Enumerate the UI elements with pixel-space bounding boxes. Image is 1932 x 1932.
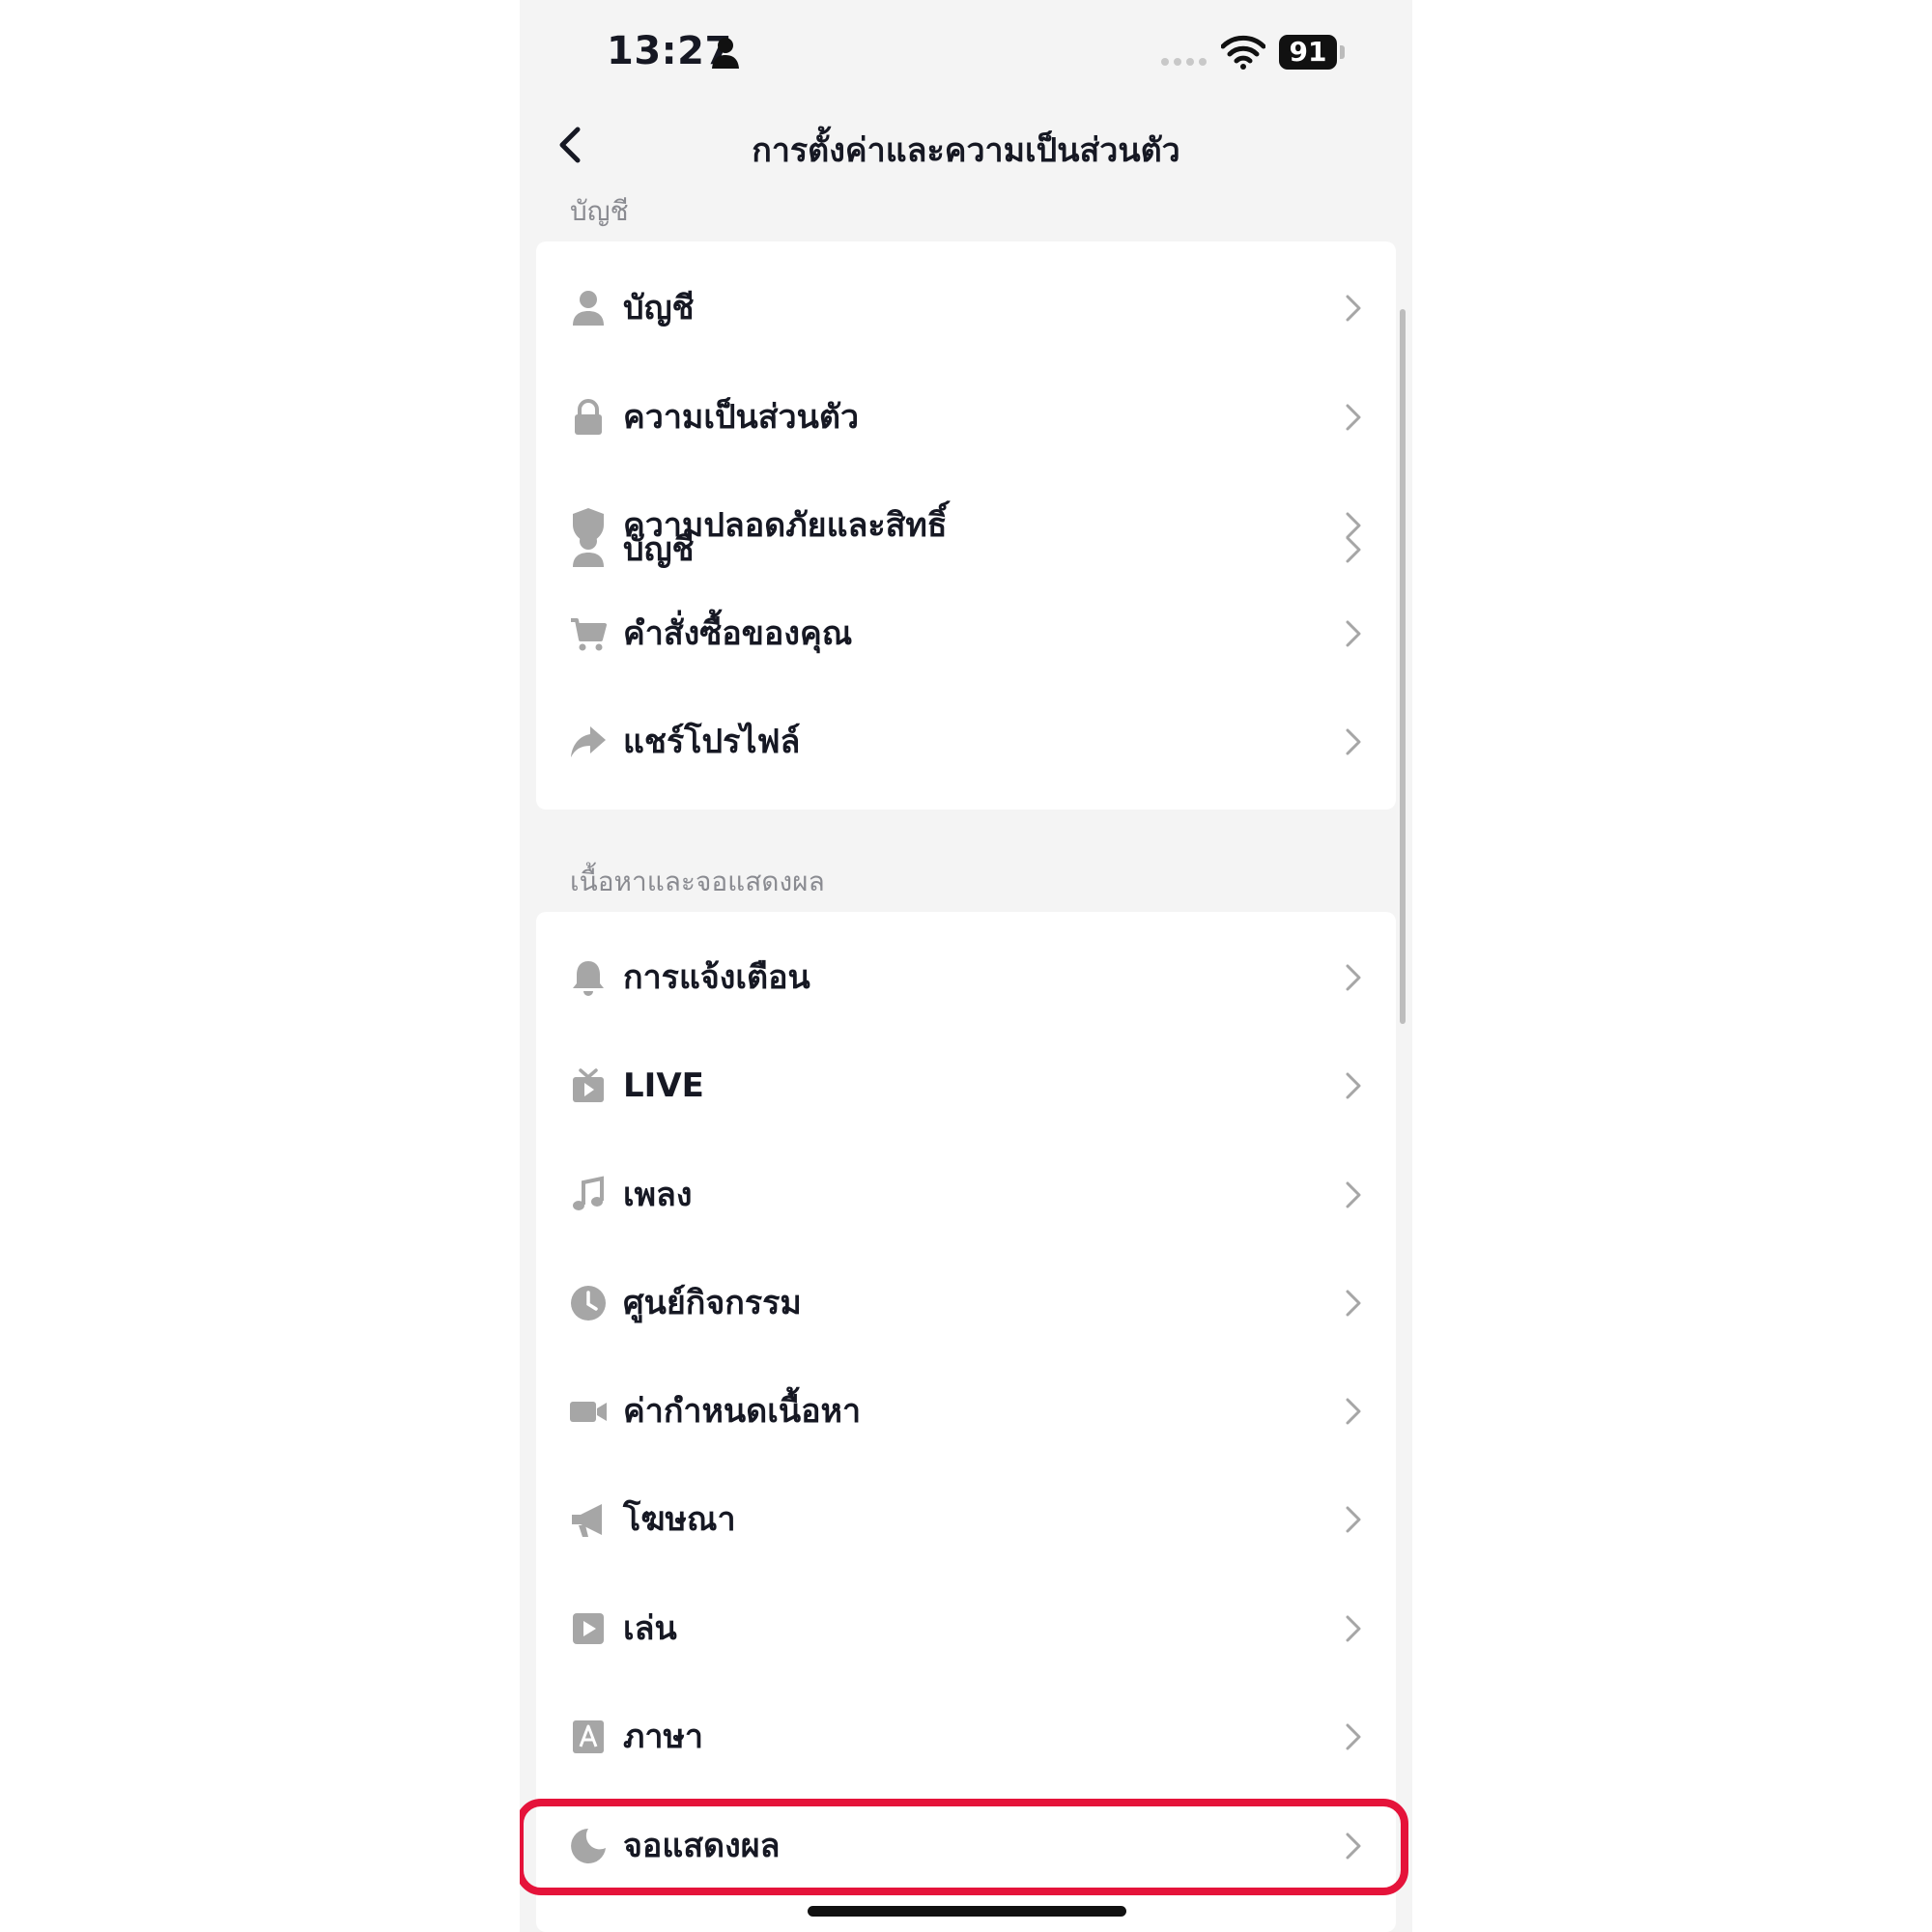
- settings-row-label: LIVE: [623, 1066, 704, 1105]
- settings-row-ads[interactable]: โฆษณา: [536, 1465, 1396, 1574]
- megaphone-icon: [572, 1504, 602, 1537]
- chevron-right-icon: [1346, 1290, 1361, 1317]
- settings-row-account[interactable]: บัญชี: [536, 254, 1396, 362]
- settings-row-label: ภาษา: [623, 1718, 704, 1756]
- highlight-box: [520, 1799, 1408, 1895]
- nav-bar: การตั้งค่าและความเป็นส่วนตัว: [520, 106, 1412, 184]
- chevron-right-icon: [1346, 1398, 1361, 1425]
- chevron-right-icon: [1346, 1072, 1361, 1099]
- settings-row-live[interactable]: LIVE: [536, 1032, 1396, 1140]
- chevron-right-icon: [1346, 1181, 1361, 1208]
- back-arrow-icon[interactable]: [549, 122, 591, 168]
- bell-icon: [573, 961, 604, 996]
- settings-row-activity-center[interactable]: ศูนย์กิจกรรม: [536, 1249, 1396, 1357]
- lock-icon: [575, 399, 602, 435]
- status-bar: 13:27 91: [520, 0, 1412, 106]
- person-status-icon: [712, 38, 739, 69]
- page-title: การตั้งค่าและความเป็นส่วนตัว: [752, 131, 1180, 170]
- battery-tip: [1340, 45, 1345, 59]
- battery-level: 91: [1279, 35, 1337, 70]
- chevron-right-icon: [1346, 1615, 1361, 1642]
- settings-row-label: แชร์โปรไฟล์: [623, 723, 801, 761]
- share-icon: [571, 726, 606, 757]
- settings-row-music[interactable]: เพลง: [536, 1141, 1396, 1249]
- language-icon: [573, 1720, 604, 1753]
- settings-row-language[interactable]: ภาษา: [536, 1683, 1396, 1791]
- phone-screen: 13:27 91 การตั้งค่าและความเป็นส่วนตัว บั…: [520, 0, 1412, 1932]
- play-icon: [573, 1613, 604, 1644]
- chevron-right-icon: [1346, 1506, 1361, 1533]
- settings-row-label: คำสั่งซื้อของคุณ: [623, 614, 853, 653]
- battery-icon: 91: [1279, 35, 1347, 70]
- scrollbar[interactable]: [1400, 309, 1406, 1024]
- settings-row-label: ความเป็นส่วนตัว: [623, 398, 860, 437]
- settings-row-label: ความปลอดภัยและสิทธิ์: [623, 506, 948, 545]
- section-label-content-display: เนื้อหาและจอแสดงผล: [570, 866, 825, 897]
- chevron-right-icon: [1346, 1723, 1361, 1750]
- settings-row-label: ค่ากำหนดเนื้อหา: [623, 1392, 862, 1431]
- settings-row-label: ศูนย์กิจกรรม: [623, 1284, 802, 1322]
- clock-icon: [571, 1286, 606, 1321]
- chevron-right-icon: [1346, 512, 1361, 539]
- settings-row-privacy[interactable]: ความเป็นส่วนตัว: [536, 363, 1396, 471]
- chevron-right-icon: [1346, 620, 1361, 647]
- cellular-signal-icon: [1161, 58, 1207, 66]
- home-indicator[interactable]: [808, 1906, 1126, 1917]
- settings-row-share-profile[interactable]: แชร์โปรไฟล์: [536, 688, 1396, 796]
- settings-row-playback[interactable]: เล่น: [536, 1575, 1396, 1683]
- settings-row-label: บัญชี: [623, 289, 695, 327]
- chevron-right-icon: [1346, 295, 1361, 322]
- video-camera-icon: [570, 1402, 607, 1422]
- settings-row-label: การแจ้งเตือน: [623, 958, 810, 997]
- chevron-right-icon: [1346, 404, 1361, 431]
- settings-row-label: เล่น: [623, 1609, 677, 1648]
- live-tv-icon: [573, 1068, 604, 1102]
- settings-row-orders[interactable]: คำสั่งซื้อของคุณ: [536, 580, 1396, 688]
- chevron-right-icon: [1346, 728, 1361, 755]
- cart-icon: [571, 618, 607, 651]
- section-label-account: บัญชี: [570, 195, 629, 227]
- settings-row-label: เพลง: [623, 1176, 693, 1214]
- music-note-icon: [573, 1176, 604, 1210]
- person-icon: [573, 291, 604, 326]
- settings-row-security[interactable]: ความปลอดภัยและสิทธิ์: [536, 471, 1396, 580]
- shield-icon: [573, 508, 604, 544]
- settings-row-content-preferences[interactable]: ค่ากำหนดเนื้อหา: [536, 1357, 1396, 1465]
- settings-row-notifications[interactable]: การแจ้งเตือน: [536, 923, 1396, 1032]
- chevron-right-icon: [1346, 964, 1361, 991]
- settings-row-label: โฆษณา: [623, 1500, 736, 1539]
- wifi-icon: [1221, 35, 1265, 70]
